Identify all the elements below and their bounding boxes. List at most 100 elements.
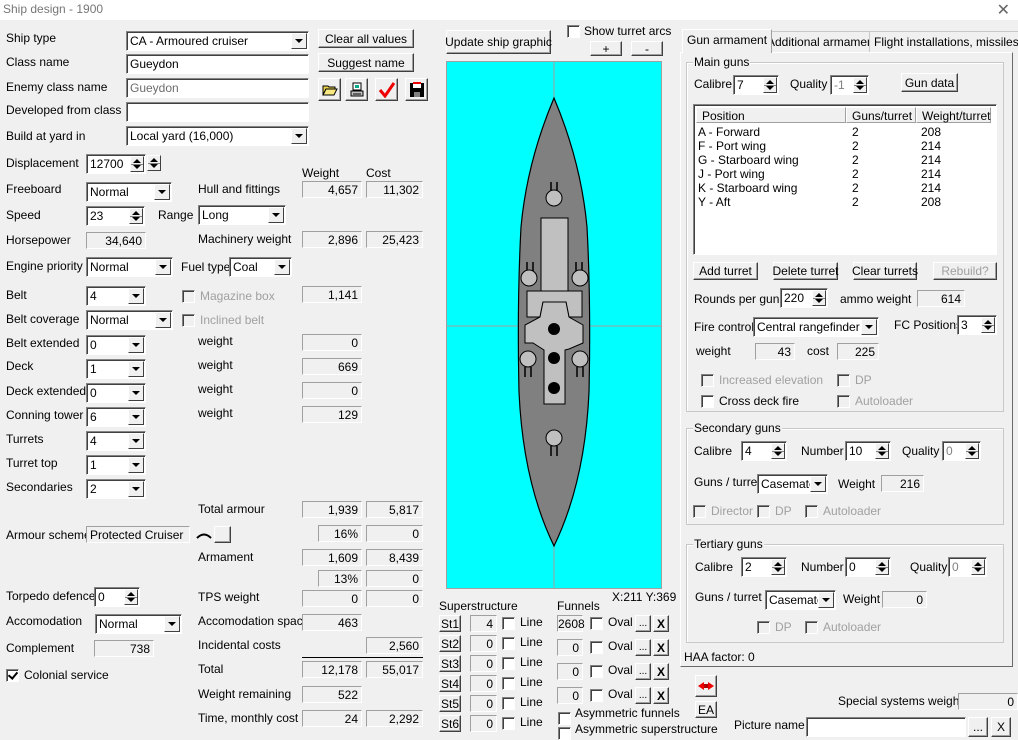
clear-all-values-button[interactable]: Clear all values	[318, 29, 414, 48]
turret-row[interactable]: Y - Aft 2 208	[698, 195, 988, 209]
armour-scheme-button[interactable]	[214, 526, 231, 543]
accomodation-select[interactable]: Normal	[95, 614, 182, 634]
turrets-select[interactable]: 4	[86, 431, 146, 451]
turret-row[interactable]: G - Starboard wing 2 214	[698, 153, 988, 167]
increased-elevation-checkbox[interactable]	[701, 374, 714, 387]
turret-row[interactable]: K - Starboard wing 2 214	[698, 181, 988, 195]
range-select[interactable]: Long	[198, 205, 286, 225]
sec-director-checkbox[interactable]	[693, 505, 706, 518]
superstructure-5-line-checkbox[interactable]	[502, 697, 515, 710]
accept-button[interactable]	[375, 78, 398, 101]
turret-row[interactable]: F - Port wing 2 214	[698, 139, 988, 153]
superstructure-2-line-checkbox[interactable]	[502, 637, 515, 650]
superstructure-4-button[interactable]: St4	[439, 675, 461, 692]
secondaries-select[interactable]: 2	[86, 479, 146, 499]
rounds-per-gun-spinner[interactable]: 220	[780, 288, 828, 308]
ship-graphic-canvas[interactable]	[446, 61, 662, 589]
superstructure-6-button[interactable]: St6	[439, 715, 461, 732]
spin-arrows-icon[interactable]	[763, 77, 777, 93]
spin-arrows-icon[interactable]	[812, 290, 826, 306]
turret-row[interactable]: A - Forward 2 208	[698, 125, 988, 139]
spin-arrows-icon[interactable]	[147, 155, 161, 171]
superstructure-1-button[interactable]: St1	[439, 615, 461, 632]
spin-arrows-icon[interactable]	[771, 443, 785, 459]
superstructure-1-line-checkbox[interactable]	[502, 617, 515, 630]
funnel-3-more-button[interactable]: ...	[635, 663, 651, 680]
main-autoloader-checkbox[interactable]	[837, 395, 850, 408]
speed-spinner[interactable]: 23	[86, 206, 145, 226]
superstructure-3-button[interactable]: St3	[439, 655, 461, 672]
clear-turrets-button[interactable]: Clear turrets	[852, 262, 918, 280]
sec-dp-checkbox[interactable]	[757, 505, 770, 518]
superstructure-6-line-checkbox[interactable]	[502, 717, 515, 730]
funnel-3-delete-button[interactable]: X	[653, 663, 669, 680]
enemy-class-name-input[interactable]: Gueydon	[126, 78, 309, 98]
clear-picture-button[interactable]: X	[991, 717, 1011, 737]
sec-calibre-spinner[interactable]: 4	[741, 441, 787, 461]
spin-arrows-icon[interactable]	[965, 443, 979, 459]
column-header-guns-turret[interactable]: Guns/turret	[846, 107, 916, 123]
zoom-out-button[interactable]: -	[631, 41, 663, 56]
conning-tower-select[interactable]: 6	[86, 407, 146, 427]
ter-dp-checkbox[interactable]	[757, 621, 770, 634]
main-dp-checkbox[interactable]	[837, 374, 850, 387]
gun-data-button[interactable]: Gun data	[901, 73, 958, 92]
ter-guns-turret-select[interactable]: Casemates	[765, 590, 836, 610]
picture-name-input[interactable]	[806, 717, 966, 737]
superstructure-2-button[interactable]: St2	[439, 635, 461, 652]
fuel-type-select[interactable]: Coal	[229, 257, 292, 277]
ter-number-spinner[interactable]: 0	[845, 557, 891, 577]
sec-autoloader-checkbox[interactable]	[805, 505, 818, 518]
browse-picture-button[interactable]: ...	[968, 717, 988, 737]
spin-arrows-icon[interactable]	[771, 559, 785, 575]
print-button[interactable]	[345, 78, 368, 101]
delete-turret-button[interactable]: Delete turret	[772, 262, 839, 280]
belt-select[interactable]: 4	[86, 286, 146, 306]
deck-select[interactable]: 1	[86, 359, 146, 379]
main-calibre-spinner[interactable]: 7	[733, 75, 779, 95]
sec-guns-turret-select[interactable]: Casemates	[757, 474, 828, 494]
spin-arrows-icon[interactable]	[981, 317, 995, 333]
tab-flight-installations[interactable]: Flight installations, missiles	[869, 31, 1018, 52]
cross-deck-fire-checkbox[interactable]	[701, 395, 714, 408]
swap-button[interactable]	[695, 675, 717, 697]
ter-quality-spinner[interactable]: 0	[948, 557, 987, 577]
spin-arrows-icon[interactable]	[875, 443, 889, 459]
superstructure-4-line-checkbox[interactable]	[502, 677, 515, 690]
fire-control-select[interactable]: Central rangefinder	[753, 317, 879, 337]
ea-button[interactable]: EA	[695, 701, 717, 718]
close-icon[interactable]: ✕	[997, 0, 1010, 20]
displacement-spinner[interactable]: 12700	[86, 154, 146, 174]
open-button[interactable]	[318, 78, 341, 101]
column-header-weight-turret[interactable]: Weight/turret	[916, 107, 991, 123]
tab-additional-armament[interactable]: Additional armament	[762, 31, 883, 52]
inclined-belt-checkbox[interactable]	[182, 314, 195, 327]
engine-priority-select[interactable]: Normal	[86, 257, 173, 277]
suggest-name-button[interactable]: Suggest name	[318, 53, 414, 72]
torpedo-defence-spinner[interactable]: 0	[94, 587, 140, 607]
update-ship-graphic-button[interactable]: Update ship graphic	[445, 30, 552, 54]
funnel-3-oval-checkbox[interactable]	[590, 665, 603, 678]
build-yard-select[interactable]: Local yard (16,000)	[126, 126, 309, 146]
sec-quality-spinner[interactable]: 0	[942, 441, 981, 461]
spin-arrows-icon[interactable]	[875, 559, 889, 575]
asymmetric-funnels-checkbox[interactable]	[558, 712, 571, 725]
funnel-4-more-button[interactable]: ...	[635, 687, 651, 704]
turret-list[interactable]: Position Guns/turret Weight/turret A - F…	[693, 104, 997, 255]
magazine-box-checkbox[interactable]	[182, 290, 195, 303]
funnel-1-more-button[interactable]: ...	[635, 615, 651, 632]
ter-calibre-spinner[interactable]: 2	[741, 557, 787, 577]
spin-arrows-icon[interactable]	[124, 589, 138, 605]
rebuild-button[interactable]: Rebuild?	[933, 262, 997, 280]
displacement-fine-spinner[interactable]	[145, 154, 162, 174]
show-turret-arcs-checkbox[interactable]	[567, 25, 580, 38]
spin-arrows-icon[interactable]	[129, 208, 143, 224]
freeboard-select[interactable]: Normal	[86, 182, 172, 202]
class-name-input[interactable]: Gueydon	[126, 54, 309, 74]
deck-extended-select[interactable]: 0	[86, 383, 146, 403]
tab-gun-armament[interactable]: Gun armament	[682, 29, 773, 53]
zoom-in-button[interactable]: +	[590, 41, 622, 56]
spin-arrows-icon[interactable]	[971, 559, 985, 575]
turret-row[interactable]: J - Port wing 2 214	[698, 167, 988, 181]
funnel-4-delete-button[interactable]: X	[653, 687, 669, 704]
